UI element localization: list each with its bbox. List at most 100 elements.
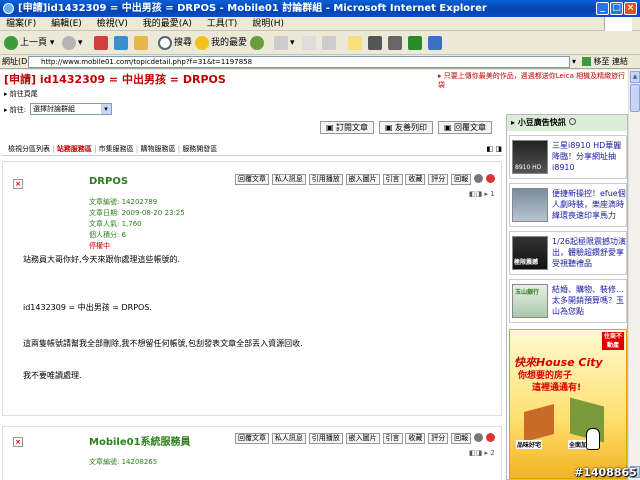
back-button[interactable]: 上一頁 ▾ bbox=[4, 35, 54, 51]
stop-button[interactable] bbox=[94, 35, 110, 51]
menu-file[interactable]: 檔案(F) bbox=[6, 19, 36, 29]
post-collect-button[interactable]: 收藏 bbox=[405, 174, 426, 185]
menu-view[interactable]: 檢視(V) bbox=[97, 19, 128, 29]
address-dropdown-icon[interactable]: ▾ bbox=[572, 56, 576, 68]
post-settings-icon[interactable] bbox=[474, 433, 483, 442]
search-button[interactable]: 搜尋 bbox=[158, 35, 192, 51]
avatar-placeholder-icon: × bbox=[13, 437, 23, 447]
post-embed-image-button[interactable]: 嵌入圖片 bbox=[345, 433, 380, 444]
post-pm-button[interactable]: 私人訊息 bbox=[271, 174, 306, 185]
back-to-bottom-link[interactable]: ▸ 前往頁尾 bbox=[4, 89, 38, 99]
post-author[interactable]: DRPOS bbox=[89, 176, 128, 187]
post-collect-button[interactable]: 收藏 bbox=[405, 433, 426, 444]
post-meta-id: 文章編號: 14208265 bbox=[89, 458, 158, 466]
vertical-scrollbar[interactable]: ▲ ▼ bbox=[628, 70, 640, 480]
home-button[interactable] bbox=[134, 35, 150, 51]
go-arrow-icon bbox=[582, 57, 591, 66]
note-button[interactable] bbox=[348, 35, 364, 51]
banner-line: 這裡通通有! bbox=[532, 383, 582, 393]
post-delete-icon[interactable] bbox=[485, 174, 495, 183]
post-toolbar: 回覆文章 私人訊息 引用播放 嵌入圖片 引言 收藏 評分 回報 bbox=[235, 174, 495, 185]
refresh-button[interactable] bbox=[114, 35, 130, 51]
post-reply-button[interactable]: 回覆文章 bbox=[235, 174, 269, 185]
tab-section-list[interactable]: 檢視分區列表 bbox=[8, 145, 50, 153]
links-button[interactable]: 連結 bbox=[612, 56, 628, 68]
stop-icon bbox=[94, 35, 108, 50]
menu-help[interactable]: 說明(H) bbox=[252, 19, 284, 29]
menu-favorites[interactable]: 我的最愛(A) bbox=[143, 19, 192, 29]
post-rate-button[interactable]: 評分 bbox=[428, 433, 449, 444]
sidebar-ad-1[interactable]: 8910 HD 三星i8910 HD華麗降臨！分享網址抽i8910 bbox=[509, 135, 627, 179]
address-label: 網址(D) bbox=[2, 57, 31, 66]
post-rate-button[interactable]: 評分 bbox=[428, 174, 449, 185]
post-delete-icon[interactable] bbox=[485, 433, 495, 442]
post-settings-icon[interactable] bbox=[474, 174, 483, 183]
post-report-button[interactable]: 回報 bbox=[451, 433, 472, 444]
search-icon bbox=[158, 35, 172, 50]
reply-button[interactable]: ▣ 回覆文章 bbox=[438, 121, 492, 134]
print-button[interactable] bbox=[302, 35, 318, 51]
window-title: [申請]id1432309 = 中出男孩 = DRPOS - Mobile01 … bbox=[18, 3, 487, 14]
goto-select[interactable]: 選擇討論群組 ▾ bbox=[30, 103, 112, 115]
mail-button[interactable]: ▾ bbox=[274, 35, 295, 51]
minimize-button[interactable]: _ bbox=[596, 2, 609, 15]
history-button[interactable] bbox=[250, 35, 266, 51]
print-friendly-button[interactable]: ▣ 友善列印 bbox=[379, 121, 433, 134]
post-quote-play-button[interactable]: 引用播放 bbox=[308, 433, 343, 444]
sidebar-ad-2[interactable]: 便捷新操控！efue個人劇時裝，樂座滴時緯環喪速印享馬力 bbox=[509, 183, 627, 227]
scroll-up-button[interactable]: ▲ bbox=[630, 71, 640, 83]
subscribe-button[interactable]: ▣ 訂閱文章 bbox=[320, 121, 374, 134]
header-notice-link[interactable]: ▸ 只要上傳你最美的作品，週週都送你Leica 相機及精緻旅行袋 bbox=[438, 72, 628, 90]
tool-button-3[interactable] bbox=[428, 35, 444, 51]
tool-button-1[interactable] bbox=[388, 35, 404, 51]
favorites-button[interactable]: 我的最愛 bbox=[195, 35, 247, 51]
menu-tools[interactable]: 工具(T) bbox=[207, 19, 238, 29]
tab-shopping-service[interactable]: 購物服務區 bbox=[140, 145, 175, 153]
maximize-button[interactable]: □ bbox=[610, 2, 623, 15]
tool-icon bbox=[388, 35, 402, 50]
post-embed-image-button[interactable]: 嵌入圖片 bbox=[345, 174, 380, 185]
sidebar-ad-4[interactable]: 玉山銀行 結婚、購物、裝修…太多開銷預算嗎？玉山為您點 bbox=[509, 279, 627, 323]
post-meta-score: 個人積分: 6 bbox=[89, 231, 127, 239]
address-input[interactable]: http://www.mobile01.com/topicdetail.php?… bbox=[28, 56, 570, 68]
sidebar-ads: ▸ 小豆廣告快訊 8910 HD 三星i8910 HD華麗降臨！分享網址抽i89… bbox=[506, 114, 628, 480]
ad-text[interactable]: 1/26起極限震撼功演出，體驗超鑽舒愛享受視聽禮品 bbox=[552, 236, 626, 269]
sidebar-title: ▸ 小豆廣告快訊 bbox=[507, 115, 627, 131]
post-cite-button[interactable]: 引言 bbox=[382, 174, 403, 185]
post-pm-button[interactable]: 私人訊息 bbox=[271, 433, 306, 444]
tool-button-2[interactable] bbox=[408, 35, 424, 51]
messenger-button[interactable] bbox=[368, 35, 384, 51]
ad-person-image bbox=[512, 188, 548, 222]
post-reply-button[interactable]: 回覆文章 bbox=[235, 433, 269, 444]
tab-controls[interactable]: ◧ ◨ bbox=[487, 142, 502, 156]
ad-text[interactable]: 三星i8910 HD華麗降臨！分享網址抽i8910 bbox=[552, 140, 626, 173]
forward-button[interactable]: ▾ bbox=[62, 35, 83, 51]
tab-dev-service[interactable]: 服務開發區 bbox=[182, 145, 217, 153]
post-1: × DRPOS 回覆文章 私人訊息 引用播放 嵌入圖片 引言 收藏 評分 回報 … bbox=[2, 161, 502, 416]
tab-site-service[interactable]: 站務服務區 bbox=[57, 145, 92, 153]
post-author[interactable]: Mobile01系統服務員 bbox=[89, 433, 191, 448]
forward-arrow-icon bbox=[62, 35, 76, 50]
goto-label: ▸ 前往: bbox=[4, 106, 27, 114]
post-report-button[interactable]: 回報 bbox=[451, 174, 472, 185]
post-cite-button[interactable]: 引言 bbox=[382, 433, 403, 444]
go-button[interactable]: 移至 bbox=[582, 56, 610, 68]
post-toolbar: 回覆文章 私人訊息 引用播放 嵌入圖片 引言 收藏 評分 回報 bbox=[235, 433, 495, 444]
mail-icon bbox=[274, 35, 288, 50]
toolbar: 上一頁 ▾ ▾ 搜尋 我的最愛 ▾ bbox=[0, 31, 640, 55]
post-quote-play-button[interactable]: 引用播放 bbox=[308, 174, 343, 185]
edit-button[interactable] bbox=[322, 35, 338, 51]
close-button[interactable]: × bbox=[624, 2, 637, 15]
house-city-banner[interactable]: 住商不動產 快來House City 你想要的房子 這裡通通有! 品味好宅 全面… bbox=[509, 329, 627, 479]
ad-text[interactable]: 便捷新操控！efue個人劇時裝，樂座滴時緯環喪速印享馬力 bbox=[552, 188, 626, 221]
ad-text[interactable]: 結婚、購物、裝修…太多開銷預算嗎？玉山為您點 bbox=[552, 284, 626, 317]
menu-edit[interactable]: 編輯(E) bbox=[51, 19, 82, 29]
note-icon bbox=[348, 35, 362, 50]
scroll-thumb[interactable] bbox=[630, 84, 640, 112]
refresh-icon bbox=[568, 118, 576, 125]
sidebar-ad-3[interactable]: 極限震撼 1/26起極限震撼功演出，體驗超鑽舒愛享受視聽禮品 bbox=[509, 231, 627, 275]
avatar-placeholder-icon: × bbox=[13, 179, 23, 189]
tab-market-service[interactable]: 市集服務區 bbox=[99, 145, 134, 153]
ad-phone-image: 8910 HD bbox=[512, 140, 548, 174]
post-meta-id: 文章編號: 14202789 bbox=[89, 198, 158, 206]
